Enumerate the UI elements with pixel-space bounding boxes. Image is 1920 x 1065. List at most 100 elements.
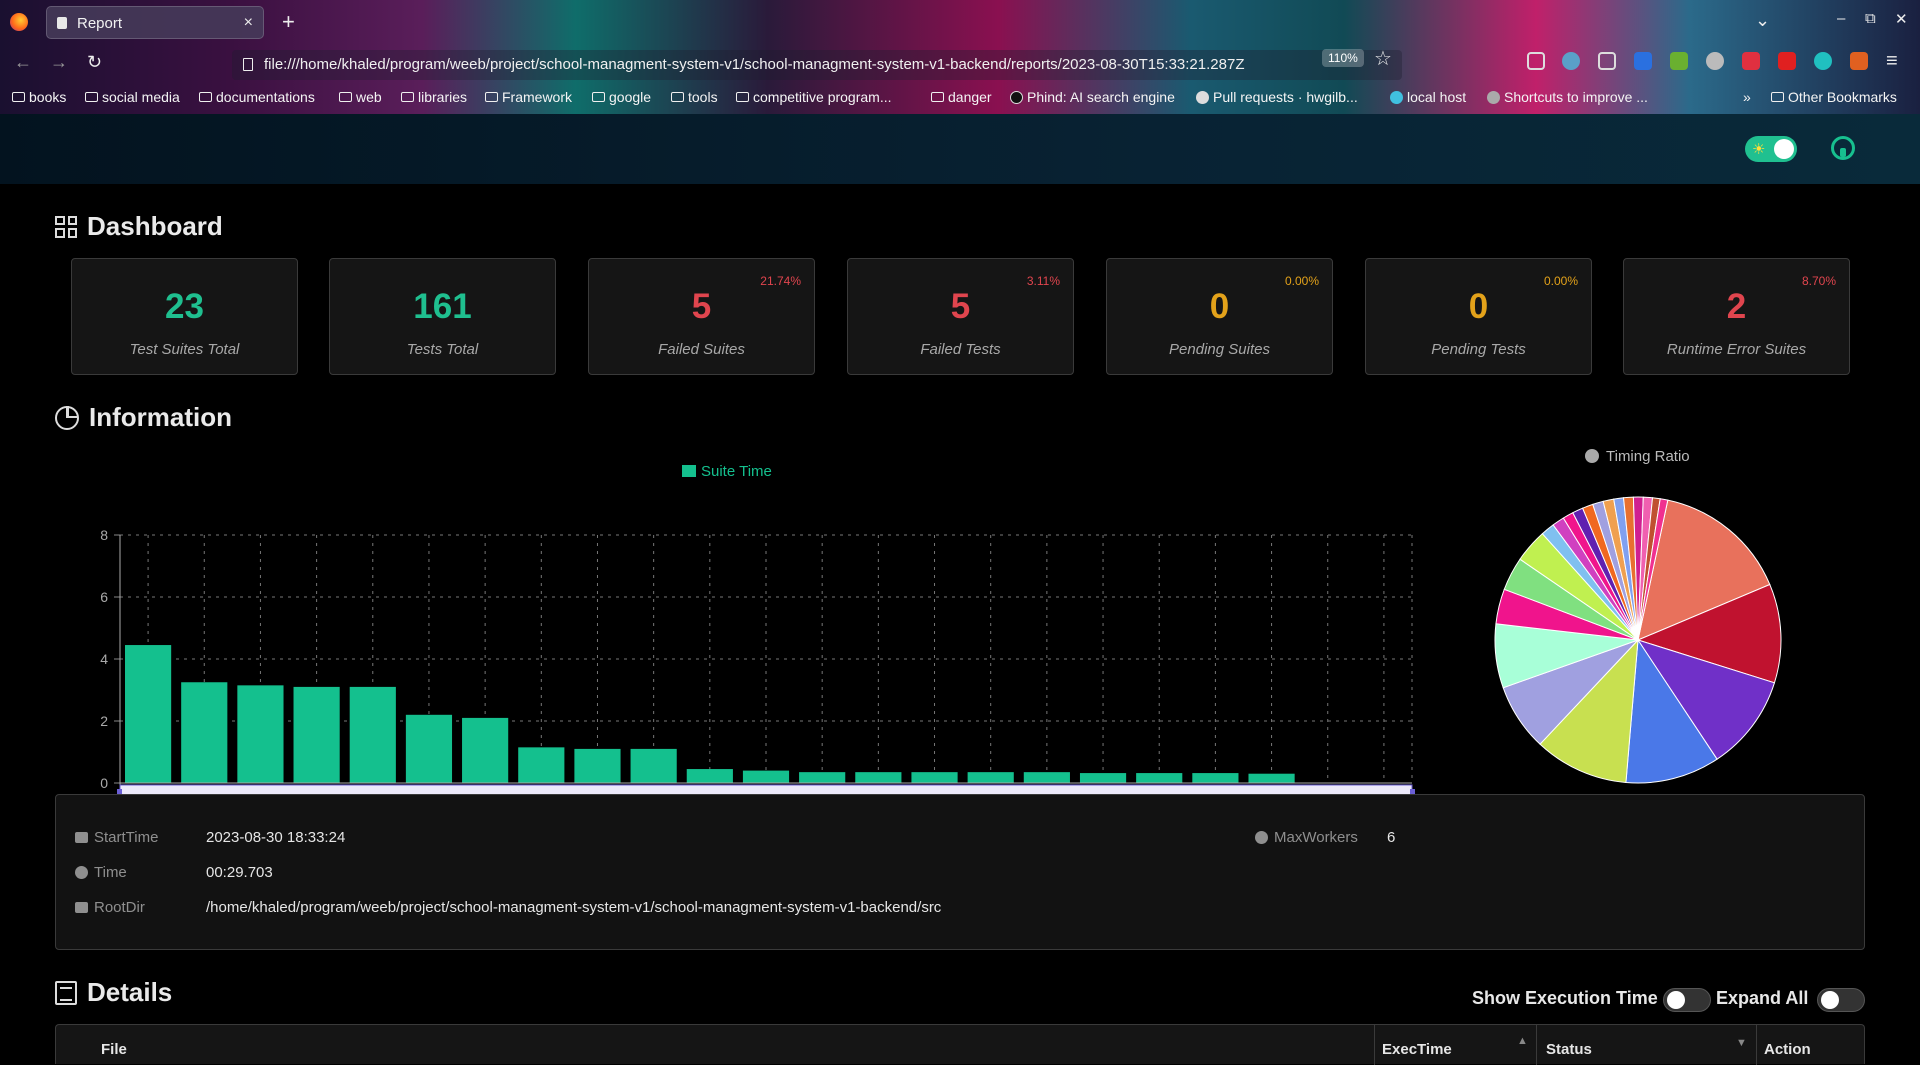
stat-card-test-suites-total: 23 Test Suites Total bbox=[71, 258, 298, 375]
bar[interactable] bbox=[855, 772, 902, 783]
time-row: Time 00:29.703 bbox=[75, 864, 273, 881]
folder-icon bbox=[339, 92, 352, 102]
extension-blue-icon[interactable] bbox=[1634, 52, 1652, 70]
bar[interactable] bbox=[1079, 773, 1127, 783]
bookmark-folder[interactable]: competitive program... bbox=[736, 89, 892, 105]
react-icon bbox=[1390, 90, 1403, 104]
bookmark-link[interactable]: local host bbox=[1390, 89, 1466, 105]
bar[interactable] bbox=[967, 772, 1014, 783]
bookmark-folder[interactable]: google bbox=[592, 89, 651, 105]
bookmark-folder[interactable]: danger bbox=[931, 89, 992, 105]
rootdir-row: RootDir /home/khaled/program/weeb/projec… bbox=[75, 899, 941, 916]
column-status[interactable]: Status bbox=[1546, 1041, 1592, 1058]
extensions-icon[interactable] bbox=[1598, 52, 1616, 70]
stat-value: 23 bbox=[165, 287, 204, 326]
column-action: Action bbox=[1764, 1041, 1811, 1058]
minimize-icon[interactable]: – bbox=[1837, 10, 1845, 27]
github-icon[interactable] bbox=[1831, 136, 1855, 160]
stat-card-tests-total: 161 Tests Total bbox=[329, 258, 556, 375]
sort-up-icon[interactable]: ▲ bbox=[1517, 1035, 1528, 1047]
chevron-down-icon[interactable]: ⌄ bbox=[1755, 10, 1770, 31]
bookmark-folder[interactable]: tools bbox=[671, 89, 718, 105]
forward-icon[interactable]: → bbox=[50, 52, 68, 73]
folder-icon bbox=[75, 902, 88, 913]
stat-label: Pending Suites bbox=[1169, 341, 1270, 358]
start-time-key: StartTime bbox=[75, 829, 158, 846]
bookmarks-bar: books social media documentations web li… bbox=[0, 84, 1920, 112]
extension-k-icon[interactable] bbox=[1562, 52, 1580, 70]
screenshot-icon[interactable] bbox=[1742, 52, 1760, 70]
bar[interactable] bbox=[462, 717, 509, 783]
bar[interactable] bbox=[405, 714, 453, 783]
bar[interactable] bbox=[349, 686, 396, 783]
bookmark-folder[interactable]: books bbox=[12, 89, 66, 105]
address-bar[interactable]: file:///home/khaled/program/weeb/project… bbox=[232, 50, 1402, 80]
bar[interactable] bbox=[1136, 773, 1183, 783]
bar[interactable] bbox=[181, 682, 228, 783]
y-tick-label: 4 bbox=[100, 651, 108, 667]
bookmark-folder[interactable]: social media bbox=[85, 89, 180, 105]
filter-down-icon[interactable]: ▼ bbox=[1736, 1037, 1747, 1049]
bookmark-link[interactable]: Shortcuts to improve ... bbox=[1487, 89, 1648, 105]
expand-all-toggle[interactable] bbox=[1817, 988, 1865, 1012]
bar[interactable] bbox=[1248, 773, 1295, 783]
bar[interactable] bbox=[742, 770, 790, 783]
bar[interactable] bbox=[686, 769, 733, 783]
bar[interactable] bbox=[125, 645, 172, 783]
firefox-icon[interactable] bbox=[10, 13, 28, 31]
folder-icon bbox=[671, 92, 684, 102]
hamburger-menu-icon[interactable]: ≡ bbox=[1886, 50, 1898, 73]
maxworkers-row: MaxWorkers 6 bbox=[1255, 829, 1395, 846]
new-tab-button[interactable]: + bbox=[282, 9, 295, 35]
extension-red-icon[interactable] bbox=[1778, 52, 1796, 70]
bookmark-folder[interactable]: libraries bbox=[401, 89, 467, 105]
reload-icon[interactable]: ↻ bbox=[87, 52, 102, 73]
bookmark-link[interactable]: Pull requests · hwgilb... bbox=[1196, 89, 1358, 105]
restore-icon[interactable]: ⧉ bbox=[1865, 10, 1876, 27]
chart-legend[interactable]: Suite Time bbox=[682, 463, 772, 480]
other-bookmarks[interactable]: Other Bookmarks bbox=[1771, 89, 1897, 105]
react-devtools-icon[interactable] bbox=[1814, 52, 1832, 70]
bookmark-folder[interactable]: Framework bbox=[485, 89, 572, 105]
bookmark-star-icon[interactable]: ☆ bbox=[1374, 46, 1392, 71]
bookmark-folder[interactable]: documentations bbox=[199, 89, 315, 105]
close-window-icon[interactable]: ✕ bbox=[1895, 10, 1908, 28]
url-text[interactable]: file:///home/khaled/program/weeb/project… bbox=[264, 56, 1299, 73]
column-exectime[interactable]: ExecTime bbox=[1382, 1041, 1452, 1058]
bookmark-folder[interactable]: web bbox=[339, 89, 382, 105]
extension-orange-icon[interactable] bbox=[1850, 52, 1868, 70]
extension-green-icon[interactable] bbox=[1670, 52, 1688, 70]
bar[interactable] bbox=[911, 772, 958, 783]
back-icon[interactable]: ← bbox=[14, 52, 32, 73]
stat-label: Pending Tests bbox=[1431, 341, 1526, 358]
toggle-knob bbox=[1667, 991, 1685, 1009]
close-tab-icon[interactable]: × bbox=[244, 14, 253, 32]
bar[interactable] bbox=[293, 686, 340, 783]
bar[interactable] bbox=[237, 685, 284, 783]
column-divider bbox=[1374, 1025, 1375, 1065]
bar[interactable] bbox=[799, 772, 846, 783]
bookmarks-overflow-button[interactable]: » bbox=[1743, 89, 1751, 105]
column-file[interactable]: File bbox=[101, 1041, 127, 1058]
stat-label: Runtime Error Suites bbox=[1666, 341, 1807, 358]
stat-card-failed-tests: 3.11% 5 Failed Tests bbox=[847, 258, 1074, 375]
compass-icon bbox=[1255, 831, 1268, 844]
bar[interactable] bbox=[1023, 772, 1070, 783]
y-tick-label: 8 bbox=[100, 527, 108, 543]
github-icon bbox=[1196, 90, 1209, 104]
stat-card-failed-suites: 21.74% 5 Failed Suites bbox=[588, 258, 815, 375]
tab-report[interactable]: Report × bbox=[46, 6, 264, 39]
theme-toggle[interactable]: ☀ bbox=[1745, 136, 1797, 162]
globe-icon[interactable] bbox=[1706, 52, 1724, 70]
pocket-icon[interactable] bbox=[1527, 52, 1545, 70]
bar[interactable] bbox=[1192, 773, 1239, 783]
bar[interactable] bbox=[630, 748, 677, 783]
show-execution-time-toggle[interactable] bbox=[1663, 988, 1711, 1012]
zoom-level[interactable]: 110% bbox=[1322, 49, 1364, 67]
stat-label: Failed Tests bbox=[920, 341, 1001, 358]
folder-icon bbox=[592, 92, 605, 102]
bar[interactable] bbox=[518, 747, 565, 783]
information-heading: Information bbox=[55, 402, 232, 433]
bookmark-link[interactable]: Phind: AI search engine bbox=[1010, 89, 1175, 105]
bar[interactable] bbox=[574, 748, 621, 783]
